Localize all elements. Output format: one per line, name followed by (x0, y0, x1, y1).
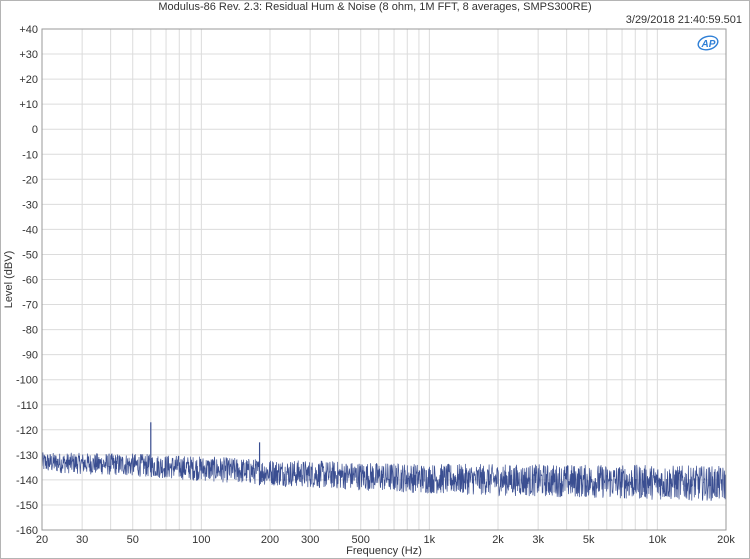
y-tick-label: -60 (22, 275, 38, 287)
y-tick-label: +30 (19, 49, 38, 61)
y-tick-label: +40 (19, 24, 38, 36)
x-tick-label: 10k (648, 534, 666, 546)
x-tick-label: 200 (261, 534, 279, 546)
x-tick-label: 5k (583, 534, 595, 546)
chart-plot: +40 +30 +20 +10 0 -10 -20 -30 -40 -50 -60 -70 -80 -90… (3, 24, 735, 557)
y-tick-label: +10 (19, 99, 38, 111)
x-tick-label: 300 (301, 534, 319, 546)
y-tick-label: -120 (16, 425, 38, 437)
x-tick-label: 20 (36, 534, 48, 546)
x-tick-label: 30 (76, 534, 88, 546)
y-tick-label: -90 (22, 350, 38, 362)
noise-trace (41, 452, 727, 501)
x-tick-label: 1k (424, 534, 436, 546)
y-tick-label: -70 (22, 300, 38, 312)
x-axis-label: Frequency (Hz) (346, 545, 422, 557)
y-tick-label: -100 (16, 375, 38, 387)
y-tick-label: -130 (16, 450, 38, 462)
x-tick-label: 50 (127, 534, 139, 546)
y-tick-label: -110 (17, 400, 38, 412)
y-tick-label: -150 (16, 500, 38, 512)
y-tick-label: -40 (22, 224, 38, 236)
trace-layer (41, 422, 727, 501)
y-tick-label: -50 (22, 249, 38, 261)
y-tick-label: +20 (19, 74, 38, 86)
y-tick-label: -20 (22, 174, 38, 186)
y-axis-label: Level (dBV) (3, 251, 15, 308)
chart-grid (41, 28, 727, 531)
x-tick-label: 3k (532, 534, 544, 546)
y-tick-label: -140 (16, 475, 38, 487)
y-tick-label: -80 (22, 325, 38, 337)
y-tick-label: 0 (32, 124, 38, 136)
x-tick-label: 2k (492, 534, 504, 546)
y-tick-labels: +40 +30 +20 +10 0 -10 -20 -30 -40 -50 -60 -70 -80 -90… (16, 24, 38, 537)
y-tick-label: -30 (22, 199, 38, 211)
y-tick-label: -160 (16, 525, 38, 537)
x-tick-label: 100 (192, 534, 210, 546)
x-tick-label: 20k (717, 534, 735, 546)
y-tick-label: -10 (22, 149, 38, 161)
